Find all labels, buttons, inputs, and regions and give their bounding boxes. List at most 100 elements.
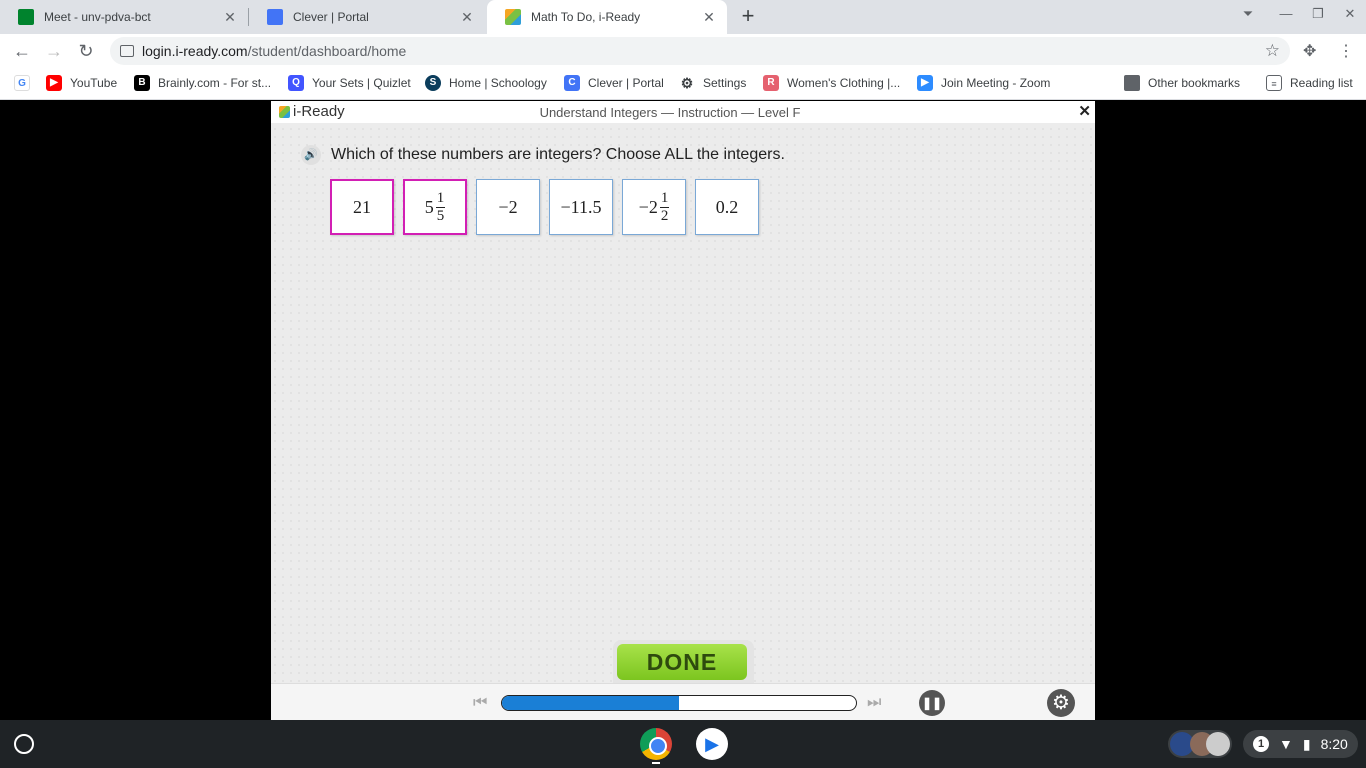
tab-strip: Meet - unv-pdva-bct ✕ Clever | Portal ✕ … bbox=[0, 0, 1366, 34]
back-icon[interactable]: ← bbox=[11, 40, 33, 62]
bookmark-brainly[interactable]: B Brainly.com - For st... bbox=[134, 75, 271, 91]
bookmark-star-icon[interactable]: ☆ bbox=[1265, 41, 1280, 61]
wifi-icon: ▼ bbox=[1279, 736, 1293, 752]
fraction-numerator: 1 bbox=[435, 189, 446, 208]
pause-button[interactable]: ❚❚ bbox=[919, 690, 945, 716]
google-meet-icon bbox=[18, 9, 34, 25]
bookmark-label: Clever | Portal bbox=[588, 76, 664, 90]
choice-5-1-5[interactable]: 5 1 5 bbox=[403, 179, 467, 235]
bookmark-youtube[interactable]: ▶ YouTube bbox=[46, 75, 117, 91]
other-bookmarks[interactable]: Other bookmarks bbox=[1124, 75, 1240, 91]
notification-badge: 1 bbox=[1253, 736, 1269, 752]
fraction-denominator: 5 bbox=[436, 207, 445, 224]
skip-back-icon[interactable]: ⏮ bbox=[473, 694, 487, 712]
iready-icon bbox=[505, 9, 521, 25]
close-icon[interactable]: ✕ bbox=[222, 9, 238, 25]
launcher-icon[interactable] bbox=[14, 734, 34, 754]
choice-fraction: 1 2 bbox=[659, 189, 670, 225]
minimize-icon[interactable]: — bbox=[1276, 6, 1296, 21]
tab-title: Math To Do, i-Ready bbox=[531, 10, 641, 24]
tab-search-icon[interactable]: ⏷ bbox=[1238, 6, 1258, 22]
answer-choices: 21 5 1 5 −2 −11.5 −2 1 2 0.2 bbox=[330, 179, 768, 235]
bookmark-label: YouTube bbox=[70, 76, 118, 90]
bookmark-schoology[interactable]: S Home | Schoology bbox=[425, 75, 547, 91]
bookmark-label: Home | Schoology bbox=[449, 76, 547, 90]
url-path: /student/dashboard/home bbox=[247, 43, 407, 59]
reload-icon[interactable]: ↻ bbox=[75, 40, 97, 62]
running-indicator bbox=[652, 762, 660, 764]
reading-list-label: Reading list bbox=[1290, 76, 1353, 90]
gear-icon: ⚙ bbox=[679, 75, 695, 91]
tab-clever[interactable]: Clever | Portal ✕ bbox=[249, 0, 485, 34]
youtube-icon: ▶ bbox=[46, 75, 62, 91]
url-host: login.i-ready.com bbox=[142, 43, 248, 59]
close-icon[interactable]: ✕ bbox=[459, 9, 475, 25]
lesson-close-icon[interactable]: ✕ bbox=[1078, 102, 1091, 120]
close-icon[interactable]: ✕ bbox=[701, 9, 717, 25]
shop-icon: R bbox=[763, 75, 779, 91]
battery-icon: ▮ bbox=[1302, 735, 1311, 752]
play-store-icon[interactable]: ▶ bbox=[696, 728, 728, 760]
zoom-icon: ▶ bbox=[917, 75, 933, 91]
bookmark-label: Settings bbox=[703, 76, 747, 90]
bookmark-label: Your Sets | Quizlet bbox=[312, 76, 411, 90]
bookmark-google[interactable]: G bbox=[14, 75, 38, 91]
reading-list[interactable]: ≡ Reading list bbox=[1266, 75, 1353, 91]
avatar bbox=[1206, 732, 1230, 756]
choice-neg-2-1-2[interactable]: −2 1 2 bbox=[622, 179, 686, 235]
new-tab-button[interactable]: + bbox=[737, 5, 759, 27]
quizlet-icon: Q bbox=[288, 75, 304, 91]
progress-bar bbox=[501, 695, 857, 711]
restore-icon[interactable]: ❐ bbox=[1308, 6, 1328, 22]
bookmark-label: Women's Clothing |... bbox=[787, 76, 901, 90]
bookmark-label: Join Meeting - Zoom bbox=[941, 76, 1051, 90]
schoology-icon: S bbox=[425, 75, 441, 91]
tab-title: Clever | Portal bbox=[293, 10, 369, 24]
bookmark-settings[interactable]: ⚙ Settings bbox=[679, 75, 746, 91]
address-bar[interactable]: login.i-ready.com/student/dashboard/home… bbox=[110, 37, 1290, 65]
brainly-icon: B bbox=[134, 75, 150, 91]
lesson-title: Understand Integers — Instruction — Leve… bbox=[539, 105, 801, 120]
player-controls: ⏮ ⏭ ❚❚ ⚙ bbox=[271, 683, 1095, 720]
lesson-header: i-Ready Understand Integers — Instructio… bbox=[271, 101, 1095, 123]
status-tray[interactable]: 1 ▼ ▮ 8:20 bbox=[1243, 730, 1358, 758]
choice-21[interactable]: 21 bbox=[330, 179, 394, 235]
extensions-icon[interactable]: ✥ bbox=[1303, 41, 1316, 61]
bookmark-label: Brainly.com - For st... bbox=[158, 76, 272, 90]
choice-value: 0.2 bbox=[715, 196, 739, 217]
choice-whole: −2 bbox=[638, 196, 658, 217]
choice-value: −2 bbox=[498, 196, 518, 217]
question: 🔊 Which of these numbers are integers? C… bbox=[301, 145, 785, 165]
site-info-icon[interactable] bbox=[120, 45, 134, 57]
question-text: Which of these numbers are integers? Cho… bbox=[331, 146, 785, 163]
choice-neg-2[interactable]: −2 bbox=[476, 179, 540, 235]
bookmark-womens-clothing[interactable]: R Women's Clothing |... bbox=[763, 75, 900, 91]
settings-gear-icon[interactable]: ⚙ bbox=[1047, 689, 1075, 717]
account-avatars[interactable] bbox=[1168, 730, 1232, 758]
tab-iready[interactable]: Math To Do, i-Ready ✕ bbox=[487, 0, 727, 34]
clever-icon bbox=[267, 9, 283, 25]
done-button-container: DONE bbox=[613, 640, 754, 683]
choice-whole: 5 bbox=[424, 196, 434, 217]
bookmark-clever[interactable]: C Clever | Portal bbox=[564, 75, 664, 91]
chrome-app-icon[interactable] bbox=[640, 728, 672, 760]
browser-toolbar: ← → ↻ login.i-ready.com/student/dashboar… bbox=[0, 34, 1366, 68]
fraction-numerator: 1 bbox=[659, 189, 670, 208]
tab-meet[interactable]: Meet - unv-pdva-bct ✕ bbox=[0, 0, 248, 34]
tab-title: Meet - unv-pdva-bct bbox=[44, 10, 151, 24]
skip-forward-icon[interactable]: ⏭ bbox=[867, 694, 881, 712]
choice-0-2[interactable]: 0.2 bbox=[695, 179, 759, 235]
reading-list-icon: ≡ bbox=[1266, 75, 1282, 91]
forward-icon[interactable]: → bbox=[43, 40, 65, 62]
choice-neg-11-5[interactable]: −11.5 bbox=[549, 179, 613, 235]
choice-value: 21 bbox=[353, 196, 371, 217]
other-bookmarks-label: Other bookmarks bbox=[1148, 76, 1241, 90]
bookmark-quizlet[interactable]: Q Your Sets | Quizlet bbox=[288, 75, 411, 91]
window-close-icon[interactable]: ✕ bbox=[1340, 6, 1360, 22]
menu-icon[interactable]: ⋮ bbox=[1338, 41, 1354, 61]
clock: 8:20 bbox=[1320, 736, 1348, 752]
choice-value: −11.5 bbox=[560, 196, 602, 217]
done-button[interactable]: DONE bbox=[617, 644, 747, 680]
bookmark-zoom[interactable]: ▶ Join Meeting - Zoom bbox=[917, 75, 1050, 91]
speaker-icon[interactable]: 🔊 bbox=[301, 145, 321, 165]
